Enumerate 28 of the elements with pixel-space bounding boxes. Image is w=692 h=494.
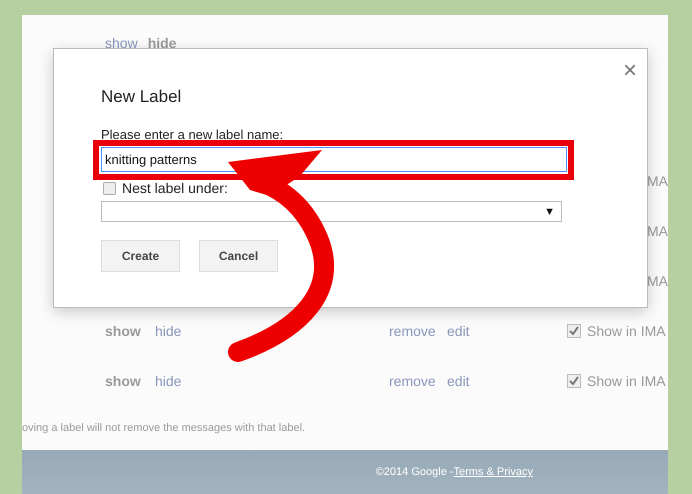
edit-link[interactable]: edit	[447, 323, 567, 339]
prompt-text: Please enter a new label name:	[101, 127, 284, 142]
imap-label: Show in IMA	[587, 373, 666, 389]
show-link[interactable]: show	[105, 35, 138, 51]
copyright-text: ©2014 Google -	[376, 466, 454, 478]
hide-link[interactable]: hide	[155, 373, 389, 389]
cancel-button[interactable]: Cancel	[199, 240, 278, 272]
imap-label: MA	[647, 273, 668, 289]
show-link[interactable]: show	[105, 373, 155, 389]
parent-label-dropdown[interactable]: ▼	[101, 201, 562, 222]
remove-link[interactable]: remove	[389, 373, 447, 389]
create-button[interactable]: Create	[101, 240, 180, 272]
nest-checkbox[interactable]	[103, 182, 116, 194]
imap-checkbox[interactable]	[567, 324, 581, 338]
hide-link[interactable]: hide	[148, 35, 176, 51]
imap-label: MA	[647, 223, 668, 239]
hide-link[interactable]: hide	[155, 323, 389, 339]
show-link[interactable]: show	[105, 323, 155, 339]
dialog-title: New Label	[101, 87, 182, 107]
nest-label: Nest label under:	[122, 180, 228, 196]
note-text: oving a label will not remove the messages with that label.	[22, 422, 306, 434]
imap-checkbox[interactable]	[567, 374, 581, 388]
imap-label: MA	[647, 173, 668, 189]
remove-link[interactable]: remove	[389, 323, 447, 339]
terms-link[interactable]: Terms & Privacy	[454, 466, 533, 478]
edit-link[interactable]: edit	[447, 373, 567, 389]
imap-label: Show in IMA	[587, 323, 666, 339]
close-button[interactable]: ×	[622, 59, 637, 83]
